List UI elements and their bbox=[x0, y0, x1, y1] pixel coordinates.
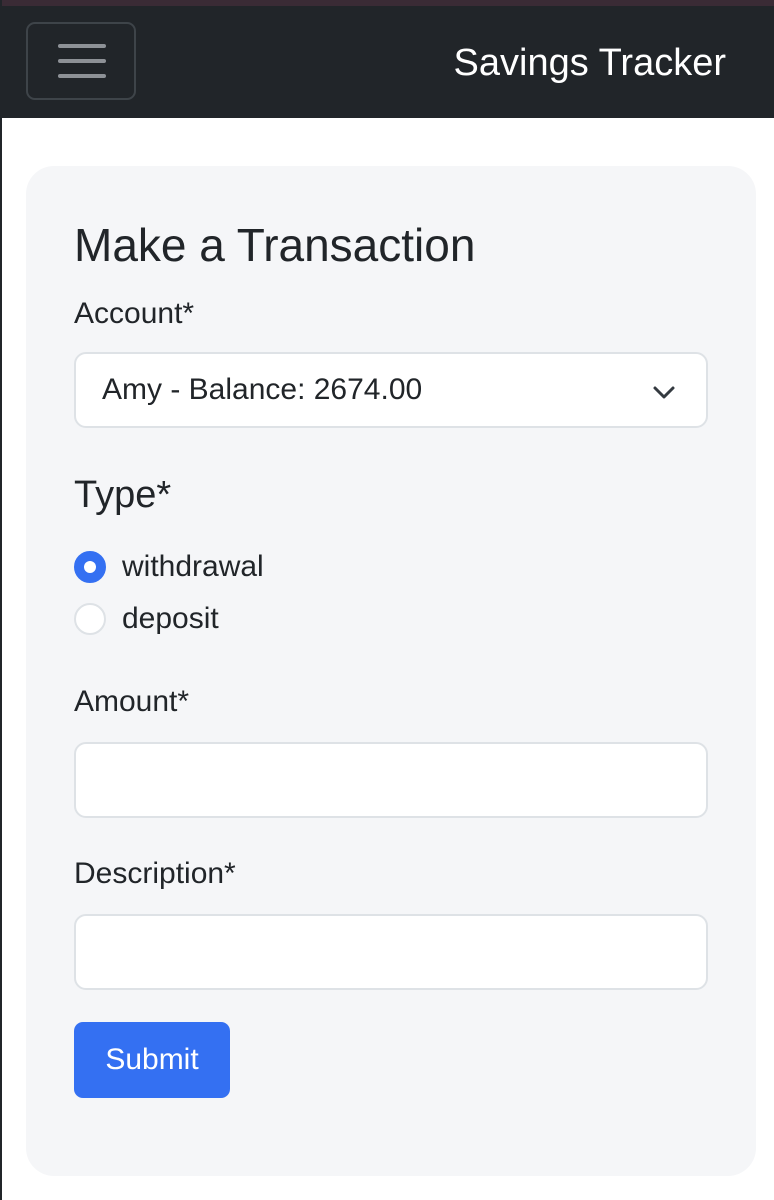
form-title: Make a Transaction bbox=[74, 219, 476, 271]
account-select-value: Amy - Balance: 2674.00 bbox=[102, 373, 423, 406]
radio-withdrawal-label[interactable]: withdrawal bbox=[122, 547, 264, 587]
type-label: Type* bbox=[74, 474, 172, 516]
description-input[interactable] bbox=[74, 914, 708, 990]
radio-deposit[interactable] bbox=[74, 603, 106, 635]
account-label: Account* bbox=[74, 297, 195, 330]
radio-deposit-label[interactable]: deposit bbox=[122, 599, 219, 639]
description-label: Description* bbox=[74, 857, 236, 890]
navbar: Savings Tracker bbox=[2, 6, 774, 118]
account-select[interactable]: Amy - Balance: 2674.00 bbox=[74, 352, 708, 428]
menu-toggle-button[interactable] bbox=[26, 22, 136, 100]
transaction-card: Make a Transaction Account* Amy - Balanc… bbox=[26, 166, 756, 1176]
amount-label: Amount* bbox=[74, 685, 190, 718]
amount-input[interactable] bbox=[74, 742, 708, 818]
brand-title[interactable]: Savings Tracker bbox=[454, 38, 726, 88]
submit-button[interactable]: Submit bbox=[74, 1022, 230, 1098]
chevron-down-icon bbox=[653, 386, 675, 399]
radio-withdrawal[interactable] bbox=[74, 551, 106, 583]
page: Savings Tracker Make a Transaction Accou… bbox=[0, 0, 774, 1200]
